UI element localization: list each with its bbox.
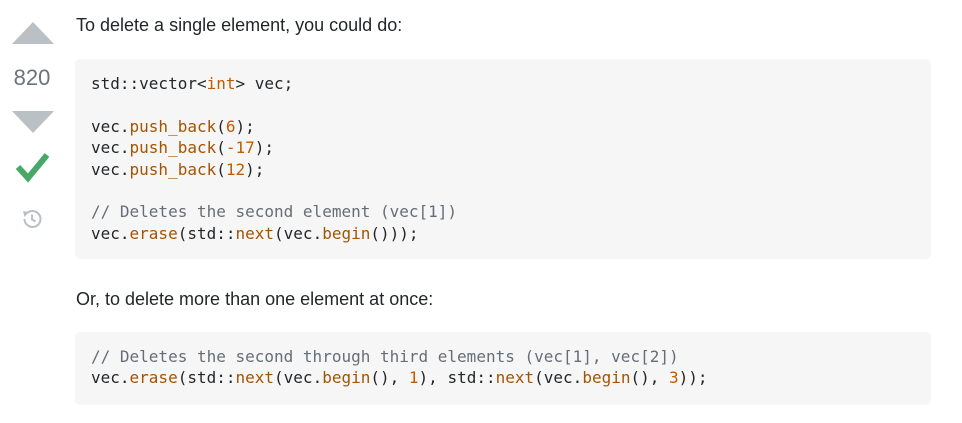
code-block: std::vector<int> vec; vec.push_back(6); ve…	[75, 59, 931, 259]
code-function: begin	[322, 368, 371, 388]
code-token: );	[245, 159, 265, 179]
code-keyword: int	[206, 74, 236, 93]
code-token: (std::	[177, 368, 236, 388]
code-line: // Deletes the second through third elem…	[91, 346, 915, 367]
code-function: next	[235, 368, 275, 388]
code-line: vec.push_back(-17);	[91, 137, 915, 158]
code-token: ));	[678, 368, 708, 388]
code-number: 12	[225, 159, 246, 179]
code-token: vec.	[91, 159, 130, 179]
code-token: (	[216, 138, 226, 158]
code-comment: // Deletes the second through third elem…	[91, 347, 679, 366]
code-token: (vec.	[534, 368, 583, 388]
code-token: (	[216, 116, 226, 136]
code-token: std::vector<	[91, 74, 207, 93]
vote-column: 820	[0, 0, 64, 423]
code-line: vec.push_back(12);	[91, 159, 915, 180]
code-block: // Deletes the second through third elem…	[75, 332, 931, 405]
history-icon[interactable]	[20, 207, 44, 231]
code-function: erase	[129, 223, 178, 243]
code-line: // Deletes the second element (vec[1])	[91, 201, 915, 222]
code-token: (vec.	[274, 223, 323, 243]
code-line: vec.push_back(6);	[91, 116, 915, 137]
code-function: next	[495, 368, 535, 388]
vote-score: 820	[13, 65, 51, 90]
code-comment: // Deletes the second element (vec[1])	[91, 202, 458, 222]
code-token: );	[254, 138, 275, 158]
code-token: > vec;	[235, 74, 294, 93]
code-line: vec.erase(std::next(vec.begin()));	[91, 223, 915, 244]
downvote-button[interactable]	[12, 111, 54, 133]
code-token: (vec.	[274, 368, 323, 388]
checkmark-icon	[15, 153, 50, 183]
upvote-button[interactable]	[12, 22, 54, 44]
code-token: vec.	[91, 368, 130, 388]
code-number: -17	[225, 138, 255, 158]
code-function: begin	[322, 223, 371, 243]
code-token: vec.	[91, 116, 130, 136]
code-token: ), std::	[418, 368, 496, 388]
code-function: push_back	[129, 116, 217, 136]
triangle-down-icon[interactable]	[12, 111, 54, 133]
code-token: ()));	[370, 223, 419, 243]
code-token: );	[235, 116, 255, 136]
code-line: vec.erase(std::next(vec.begin(), 1), std…	[91, 367, 915, 388]
answer-paragraph: To delete a single element, you could do…	[76, 15, 403, 35]
code-token: (),	[370, 368, 409, 388]
code-token: (std::	[177, 223, 236, 243]
code-number: 6	[225, 116, 236, 136]
code-number: 3	[669, 368, 679, 388]
triangle-up-icon[interactable]	[12, 22, 54, 44]
code-line: std::vector<int> vec;	[91, 73, 915, 94]
answer-paragraph: Or, to delete more than one element at o…	[76, 289, 434, 309]
code-function: push_back	[129, 138, 217, 158]
code-number: 1	[408, 368, 419, 388]
code-function: begin	[582, 368, 631, 388]
code-token: vec.	[91, 223, 130, 243]
code-function: next	[235, 223, 275, 243]
code-function: push_back	[129, 159, 217, 179]
code-token: vec.	[91, 138, 130, 158]
code-token: (	[216, 159, 226, 179]
code-token: (),	[630, 368, 670, 388]
code-function: erase	[129, 368, 178, 388]
